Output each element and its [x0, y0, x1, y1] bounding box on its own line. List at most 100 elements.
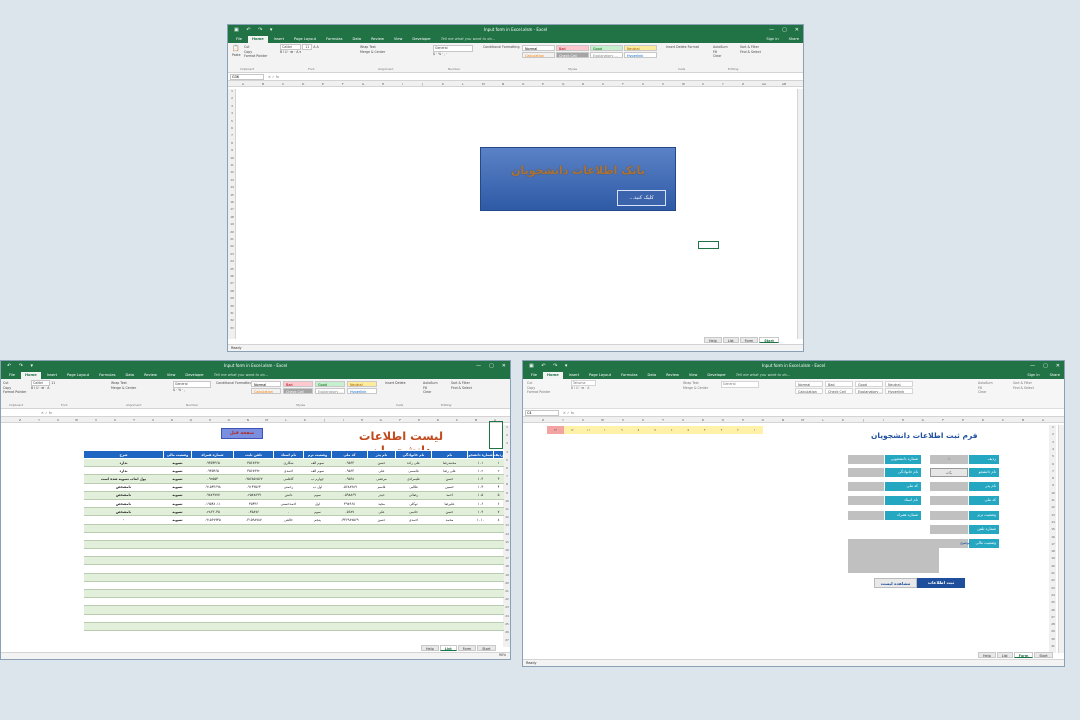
table-cell[interactable]	[467, 540, 494, 550]
number-format-buttons[interactable]: $ · % · , ·	[433, 52, 473, 57]
style-check-cell[interactable]: Check Cell	[825, 388, 853, 394]
column-header[interactable]: E	[962, 417, 964, 422]
table-cell[interactable]	[83, 614, 164, 623]
table-cell[interactable]: ۰۵۹۸۸۶۹	[331, 491, 368, 500]
column-header[interactable]: J	[324, 417, 325, 422]
table-cell[interactable]: ۴۵۴۳۶	[233, 499, 274, 509]
row-header[interactable]: 27	[228, 281, 236, 285]
row-header[interactable]: 20	[228, 230, 236, 234]
column-header[interactable]: O	[522, 81, 524, 86]
sheet-tab-help[interactable]: Help	[978, 652, 996, 658]
tab-file[interactable]: File	[527, 372, 541, 379]
row-header[interactable]: 17	[1049, 542, 1057, 546]
table-cell[interactable]	[431, 581, 468, 591]
table-cell[interactable]	[273, 581, 304, 591]
tab-home[interactable]: Home	[248, 36, 268, 43]
table-cell[interactable]: ۰۹۸۷۶۷۷۷	[191, 491, 234, 500]
table-cell[interactable]	[467, 622, 494, 631]
table-cell[interactable]	[493, 622, 504, 631]
clear-button[interactable]: Clear	[978, 390, 993, 395]
table-cell[interactable]: ۱۰۶	[467, 499, 494, 509]
row-header[interactable]: 6	[228, 126, 236, 130]
column-header[interactable]: Q	[562, 81, 564, 86]
table-cell[interactable]: ۳	[493, 474, 504, 484]
column-header[interactable]: V	[662, 81, 664, 86]
table-cell[interactable]	[233, 524, 274, 533]
maximize-icon[interactable]: ▢	[782, 25, 787, 35]
fx-icon[interactable]: ✕ ✓ fx	[563, 410, 574, 416]
autosum-button[interactable]: AutoSum	[713, 45, 728, 50]
row-header[interactable]: 24	[503, 614, 510, 618]
clear-button[interactable]: Clear	[713, 54, 728, 59]
table-cell[interactable]	[191, 605, 234, 615]
font-style-buttons[interactable]: B I U · ⊞ · A	[31, 386, 55, 391]
row-header[interactable]: 13	[228, 178, 236, 182]
row-header[interactable]: 19	[503, 573, 510, 577]
conditional-formatting-button[interactable]: Conditional Formatting	[483, 45, 519, 50]
column-header[interactable]: I	[402, 81, 403, 86]
row-header[interactable]: 4	[228, 111, 236, 115]
table-cell[interactable]	[191, 597, 234, 607]
field-input-right[interactable]	[930, 525, 968, 534]
table-cell[interactable]: ۱۰۲	[467, 466, 494, 476]
tab-view[interactable]: View	[163, 372, 180, 379]
table-cell[interactable]: ۵	[493, 491, 504, 500]
column-header[interactable]: L	[822, 417, 824, 422]
table-cell[interactable]	[233, 622, 274, 631]
table-cell[interactable]	[331, 532, 368, 541]
column-header[interactable]: T	[622, 81, 624, 86]
column-header[interactable]: Z	[542, 417, 544, 422]
fx-icon[interactable]: ✕ ✓ fx	[268, 74, 279, 80]
column-header[interactable]: D	[982, 417, 984, 422]
column-header[interactable]: F	[942, 417, 944, 422]
column-header[interactable]: R	[171, 417, 173, 422]
table-cell[interactable]	[395, 614, 432, 623]
row-header[interactable]: 12	[1049, 505, 1057, 509]
table-cell[interactable]	[395, 622, 432, 631]
style-neutral[interactable]: Neutral	[347, 381, 377, 387]
vertical-scrollbar[interactable]	[797, 89, 803, 339]
table-cell[interactable]	[303, 556, 332, 566]
tab-review[interactable]: Review	[140, 372, 161, 379]
tab-data[interactable]: Data	[348, 36, 365, 43]
table-cell[interactable]	[83, 589, 164, 599]
column-header[interactable]: J	[863, 417, 864, 422]
table-cell[interactable]	[493, 524, 504, 533]
sheet-tab-form[interactable]: Form	[739, 337, 759, 343]
row-header[interactable]: 17	[228, 207, 236, 211]
row-header[interactable]: 9	[503, 491, 510, 495]
style-bad[interactable]: Bad	[283, 381, 313, 387]
field-input-left[interactable]	[848, 482, 884, 491]
table-cell[interactable]	[273, 524, 304, 533]
table-cell[interactable]	[493, 556, 504, 566]
sign-in-link[interactable]: Sign in	[762, 36, 782, 43]
paste-button[interactable]: Paste	[232, 53, 241, 58]
row-header[interactable]: 5	[1049, 454, 1057, 458]
style-calculation[interactable]: Calculation	[795, 388, 823, 394]
tab-home[interactable]: Home	[21, 372, 41, 379]
maximize-icon[interactable]: ▢	[489, 361, 494, 371]
table-cell[interactable]: ۰۲۵۸۷۸۹۹	[233, 491, 274, 500]
table-cell[interactable]	[367, 597, 396, 607]
merge-center-button[interactable]: Merge & Center	[360, 50, 385, 55]
table-cell[interactable]	[493, 614, 504, 623]
tab-developer[interactable]: Developer	[703, 372, 729, 379]
row-header[interactable]: 13	[1049, 513, 1057, 517]
table-cell[interactable]: تسویه	[163, 507, 192, 517]
table-cell[interactable]	[331, 622, 368, 631]
table-cell[interactable]	[395, 540, 432, 550]
column-header[interactable]: R	[702, 417, 704, 422]
column-header[interactable]: C	[1002, 417, 1004, 422]
table-cell[interactable]: ۱۰۴	[467, 483, 494, 492]
row-header[interactable]: 14	[1049, 520, 1057, 524]
column-header[interactable]: N	[502, 81, 504, 86]
table-cell[interactable]: ۴	[493, 483, 504, 492]
close-icon[interactable]: ✕	[1056, 361, 1060, 371]
style-explanatory[interactable]: Explanatory ...	[855, 388, 883, 394]
table-cell[interactable]: محمد	[431, 515, 468, 525]
table-cell[interactable]	[395, 573, 432, 582]
row-header[interactable]: 25	[503, 622, 510, 626]
column-header[interactable]: Y	[38, 417, 40, 422]
sign-in-link[interactable]: Sign in	[1023, 372, 1043, 379]
find-select-button[interactable]: Find & Select	[451, 386, 472, 391]
